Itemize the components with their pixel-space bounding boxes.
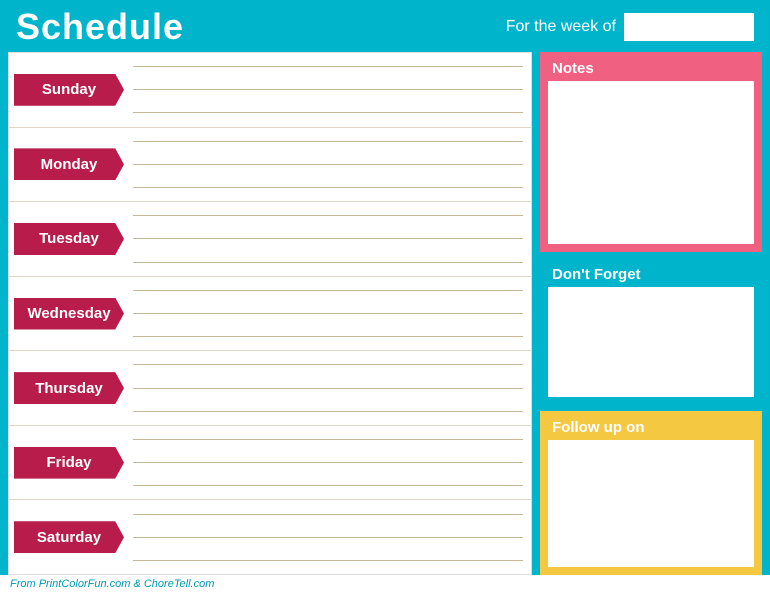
wednesday-label: Wednesday (27, 305, 110, 322)
follow-up-panel: Follow up on (540, 411, 762, 575)
follow-up-panel-header: Follow up on (542, 413, 760, 440)
dont-forget-panel-body[interactable] (548, 287, 754, 397)
line (133, 66, 523, 67)
friday-lines (129, 426, 531, 500)
sunday-label: Sunday (42, 81, 96, 98)
tuesday-label: Tuesday (39, 230, 99, 247)
sunday-lines (129, 53, 531, 127)
line (133, 364, 523, 365)
friday-banner: Friday (14, 447, 124, 479)
tuesday-label-container: Tuesday (9, 202, 129, 276)
thursday-banner: Thursday (14, 372, 124, 404)
thursday-label: Thursday (35, 380, 103, 397)
day-row-monday: Monday (9, 128, 531, 203)
thursday-lines (129, 351, 531, 425)
week-of-label: For the week of (506, 18, 616, 36)
monday-lines (129, 128, 531, 202)
week-input[interactable] (624, 13, 754, 41)
line (133, 388, 523, 389)
line (133, 537, 523, 538)
monday-banner: Monday (14, 148, 124, 180)
dont-forget-panel: Don't Forget (540, 258, 762, 405)
thursday-label-container: Thursday (9, 351, 129, 425)
line (133, 439, 523, 440)
notes-panel-body[interactable] (548, 81, 754, 244)
tuesday-lines (129, 202, 531, 276)
line (133, 262, 523, 263)
monday-label-container: Monday (9, 128, 129, 202)
monday-label: Monday (41, 156, 98, 173)
schedule-area: Sunday Monday (8, 52, 532, 575)
line (133, 336, 523, 337)
line (133, 313, 523, 314)
day-row-sunday: Sunday (9, 53, 531, 128)
wednesday-lines (129, 277, 531, 351)
saturday-label: Saturday (37, 529, 101, 546)
line (133, 215, 523, 216)
schedule-app: Schedule For the week of Sunday (0, 0, 770, 595)
tuesday-banner: Tuesday (14, 223, 124, 255)
day-row-saturday: Saturday (9, 500, 531, 574)
wednesday-banner: Wednesday (14, 298, 124, 330)
saturday-label-container: Saturday (9, 500, 129, 574)
footer-text: From PrintColorFun.com & ChoreTell.com (10, 578, 214, 590)
notes-panel: Notes (540, 52, 762, 252)
line (133, 89, 523, 90)
follow-up-panel-body[interactable] (548, 440, 754, 567)
footer: From PrintColorFun.com & ChoreTell.com (0, 575, 770, 595)
line (133, 462, 523, 463)
line (133, 141, 523, 142)
friday-label: Friday (46, 454, 91, 471)
app-title: Schedule (16, 6, 184, 48)
week-of-container: For the week of (506, 13, 754, 41)
line (133, 485, 523, 486)
line (133, 164, 523, 165)
sunday-label-container: Sunday (9, 53, 129, 127)
day-row-friday: Friday (9, 426, 531, 501)
notes-panel-header: Notes (542, 54, 760, 81)
wednesday-label-container: Wednesday (9, 277, 129, 351)
day-row-tuesday: Tuesday (9, 202, 531, 277)
line (133, 514, 523, 515)
saturday-lines (129, 500, 531, 574)
right-panels: Notes Don't Forget Follow up on (532, 52, 762, 575)
day-row-wednesday: Wednesday (9, 277, 531, 352)
line (133, 411, 523, 412)
line (133, 238, 523, 239)
main-content: Sunday Monday (0, 52, 770, 575)
saturday-banner: Saturday (14, 521, 124, 553)
line (133, 187, 523, 188)
sunday-banner: Sunday (14, 74, 124, 106)
header: Schedule For the week of (0, 0, 770, 52)
day-row-thursday: Thursday (9, 351, 531, 426)
line (133, 112, 523, 113)
line (133, 290, 523, 291)
dont-forget-panel-header: Don't Forget (542, 260, 760, 287)
line (133, 560, 523, 561)
friday-label-container: Friday (9, 426, 129, 500)
